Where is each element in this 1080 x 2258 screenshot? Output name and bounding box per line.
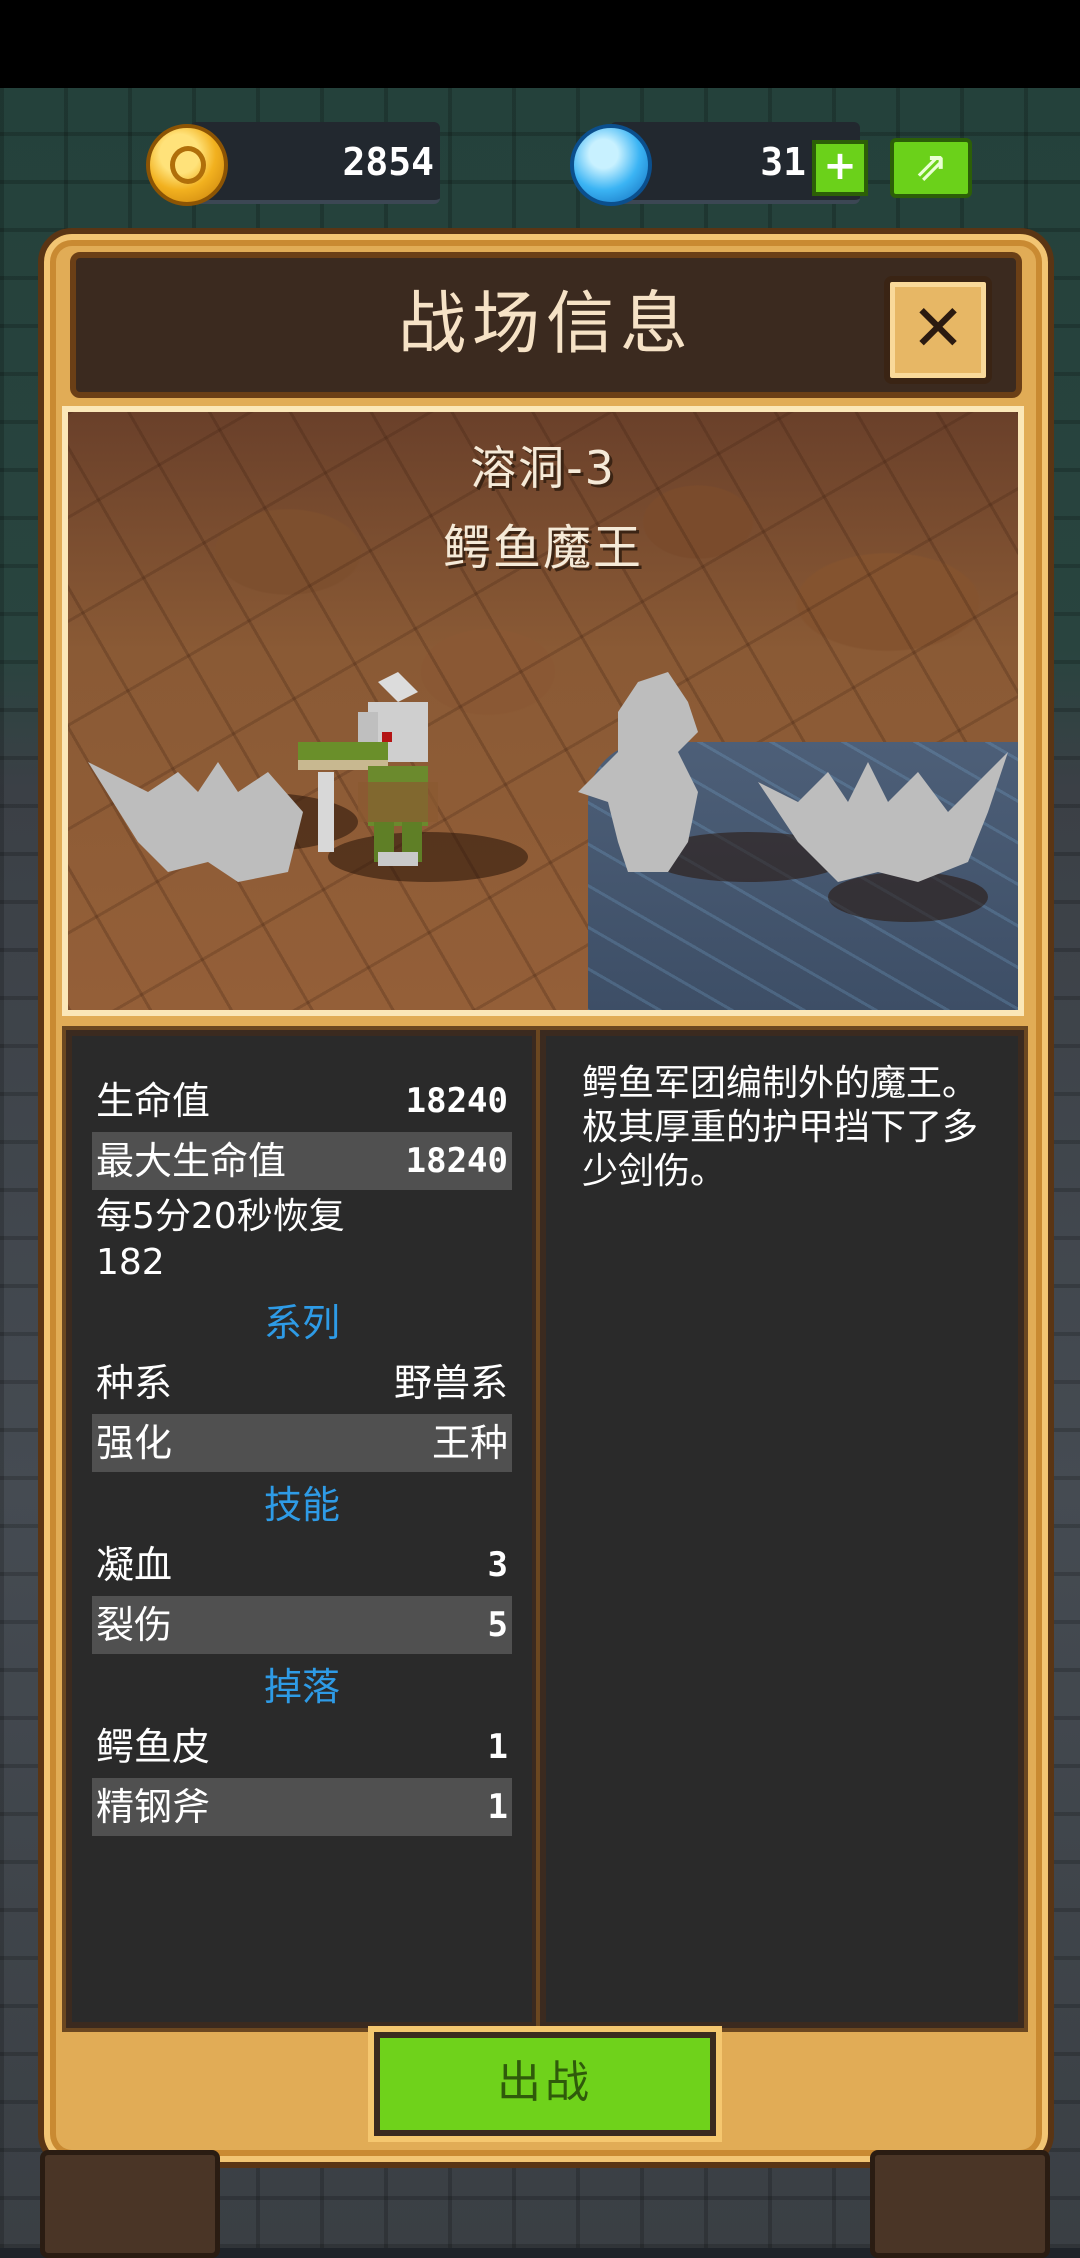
start-battle-button[interactable]: 出战 bbox=[374, 2032, 716, 2136]
race-row: 种系 野兽系 bbox=[92, 1354, 512, 1412]
drop-row: 精钢斧 1 bbox=[92, 1778, 512, 1836]
warrior-silhouette bbox=[578, 672, 698, 872]
regen-line-1: 每5分20秒恢复 bbox=[96, 1196, 345, 1237]
share-icon: ⇗ bbox=[914, 144, 948, 190]
regen-text: 每5分20秒恢复 182 bbox=[96, 1194, 506, 1286]
regen-line-2: 182 bbox=[96, 1242, 165, 1283]
gem-icon bbox=[570, 124, 652, 206]
bat-silhouette-right bbox=[758, 752, 1008, 882]
hp-row: 生命值 18240 bbox=[92, 1072, 512, 1130]
drop-name: 精钢斧 bbox=[96, 1785, 211, 1829]
share-button[interactable]: ⇗ bbox=[890, 138, 972, 198]
rank-label: 强化 bbox=[96, 1421, 173, 1465]
gold-amount: 2854 bbox=[342, 140, 434, 184]
left-sign bbox=[40, 2150, 220, 2258]
battle-scene: 溶洞-3 鳄鱼魔王 bbox=[62, 406, 1024, 1016]
drop-count: 1 bbox=[487, 1787, 508, 1827]
description-panel: 鳄鱼军团编制外的魔王。极其厚重的护甲挡下了多少剑伤。 bbox=[540, 1030, 1024, 2028]
drops-header: 掉落 bbox=[263, 1665, 340, 1709]
drop-name: 鳄鱼皮 bbox=[96, 1725, 211, 1769]
skill-level: 5 bbox=[487, 1605, 508, 1645]
gold-coin-icon bbox=[146, 124, 228, 206]
crocodile-boss-sprite bbox=[298, 672, 438, 866]
max-hp-row: 最大生命值 18240 bbox=[92, 1132, 512, 1190]
right-sign bbox=[870, 2150, 1050, 2258]
max-hp-value: 18240 bbox=[405, 1141, 508, 1181]
skill-name: 裂伤 bbox=[96, 1603, 173, 1647]
rank-row: 强化 王种 bbox=[92, 1414, 512, 1472]
close-button[interactable]: ✕ bbox=[884, 276, 992, 384]
race-label: 种系 bbox=[96, 1361, 173, 1405]
dialog-title: 战场信息 bbox=[397, 285, 694, 364]
drop-row: 鳄鱼皮 1 bbox=[92, 1718, 512, 1776]
bat-silhouette-left bbox=[88, 762, 303, 882]
status-bar bbox=[0, 0, 1080, 88]
skill-row: 凝血 3 bbox=[92, 1536, 512, 1594]
gem-amount: 31 bbox=[760, 140, 806, 184]
hp-label: 生命值 bbox=[96, 1079, 211, 1123]
stage-name: 溶洞-3 bbox=[470, 441, 616, 495]
max-hp-label: 最大生命值 bbox=[96, 1139, 287, 1183]
drop-count: 1 bbox=[487, 1727, 508, 1767]
boss-description: 鳄鱼军团编制外的魔王。极其厚重的护甲挡下了多少剑伤。 bbox=[582, 1063, 979, 1192]
skills-header: 技能 bbox=[263, 1483, 340, 1527]
boss-name: 鳄鱼魔王 bbox=[442, 520, 643, 576]
hp-value: 18240 bbox=[405, 1081, 508, 1121]
dialog-title-bar: 战场信息 bbox=[70, 252, 1022, 398]
skill-row: 裂伤 5 bbox=[92, 1596, 512, 1654]
skill-level: 3 bbox=[487, 1545, 508, 1585]
race-value: 野兽系 bbox=[393, 1361, 508, 1405]
add-gems-button[interactable]: + bbox=[812, 140, 868, 196]
stats-panel: 生命值 18240 最大生命值 18240 每5分20秒恢复 182 系列 种系… bbox=[66, 1030, 538, 2028]
series-header: 系列 bbox=[263, 1301, 340, 1345]
close-icon: ✕ bbox=[911, 292, 965, 366]
rank-value: 王种 bbox=[431, 1421, 508, 1465]
skill-name: 凝血 bbox=[96, 1543, 173, 1587]
